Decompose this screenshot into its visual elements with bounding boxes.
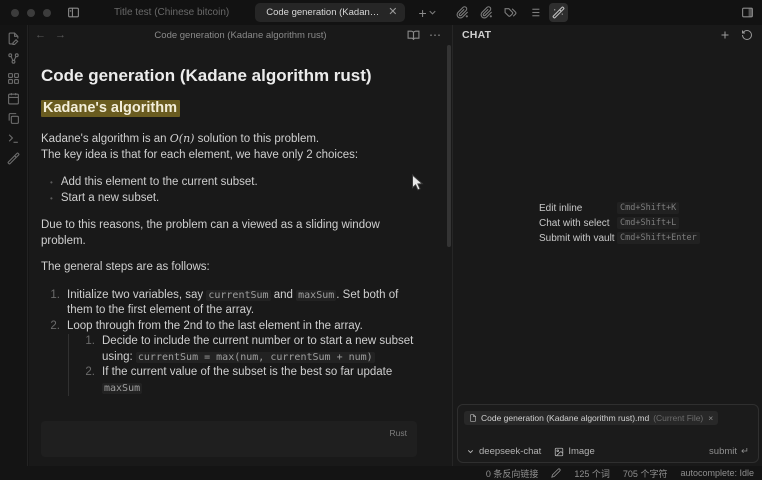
paragraph: The general steps are as follows: bbox=[41, 260, 420, 276]
section-heading: Kadane's algorithm bbox=[41, 99, 420, 118]
templates-copy-icon[interactable] bbox=[7, 112, 20, 125]
backlinks-count[interactable]: 0 条反向链接 bbox=[486, 467, 539, 480]
bullet-marker: • bbox=[50, 191, 53, 207]
back-arrow-icon[interactable]: ← bbox=[35, 30, 46, 41]
image-label: Image bbox=[568, 446, 594, 457]
list-item: 1. Decide to include the current number … bbox=[69, 334, 420, 365]
wand-ribbon-icon[interactable] bbox=[7, 152, 20, 165]
char-count: 705 个字符 bbox=[623, 467, 668, 480]
document-title: Code generation (Kadane algorithm rust) bbox=[41, 66, 420, 86]
ordered-list: 1. Initialize two variables, say current… bbox=[41, 288, 420, 397]
list-item: 1. Initialize two variables, say current… bbox=[41, 288, 420, 319]
wand-icon[interactable] bbox=[549, 3, 568, 22]
chat-input-box[interactable]: Code generation (Kadane algorithm rust).… bbox=[457, 404, 759, 463]
editor-scrollbar[interactable] bbox=[447, 45, 451, 247]
enter-key-icon: ↵ bbox=[741, 446, 749, 457]
tab-list-chevron-down-icon[interactable] bbox=[427, 7, 438, 18]
editor-pane: ← → Code generation (Kadane algorithm ru… bbox=[29, 25, 452, 466]
inline-code: maxSum bbox=[296, 290, 336, 301]
code-language-label: Rust bbox=[390, 426, 407, 442]
paragraph: Due to this reasons, the problem can a v… bbox=[41, 218, 420, 249]
pencil-edit-icon[interactable] bbox=[551, 468, 561, 478]
editor-view-header: ← → Code generation (Kadane algorithm ru… bbox=[29, 25, 452, 45]
file-icon bbox=[469, 414, 477, 422]
model-name: deepseek-chat bbox=[479, 446, 541, 457]
view-toolbar bbox=[453, 0, 568, 25]
chevron-down-icon bbox=[466, 447, 475, 456]
bullet-marker: • bbox=[50, 175, 53, 191]
view-actions: ⋯ bbox=[407, 25, 442, 45]
status-bar: 0 条反向链接 125 个词 705 个字符 autocomplete: Idl… bbox=[0, 466, 762, 480]
inline-code: maxSum bbox=[102, 383, 142, 394]
left-ribbon bbox=[0, 25, 28, 466]
chip-close-icon[interactable]: × bbox=[708, 413, 713, 423]
shortcut-hints: Edit inline Cmd+Shift+K Chat with select… bbox=[539, 202, 700, 244]
titlebar: Title test (Chinese bitcoin) Code genera… bbox=[0, 0, 762, 25]
tab-bar: Title test (Chinese bitcoin) Code genera… bbox=[88, 3, 427, 22]
list-item: 2. If the current value of the subset is… bbox=[69, 365, 420, 396]
math-inline: O(n) bbox=[170, 132, 195, 145]
new-tab-button[interactable]: + bbox=[418, 5, 426, 21]
attach-link-icon[interactable] bbox=[453, 3, 472, 22]
image-icon bbox=[554, 447, 564, 457]
nav-arrows: ← → bbox=[29, 30, 66, 41]
chat-header-actions bbox=[719, 29, 753, 41]
tab-title-test[interactable]: Title test (Chinese bitcoin) bbox=[88, 7, 255, 18]
list-item: • Start a new subset. bbox=[41, 191, 420, 207]
chat-input-toolbar: deepseek-chat Image submit↵ bbox=[466, 446, 749, 457]
paragraph-line: The key idea is that for each element, w… bbox=[41, 149, 358, 161]
highlighted-text: Kadane's algorithm bbox=[41, 100, 180, 117]
terminal-icon[interactable] bbox=[7, 132, 20, 145]
new-chat-plus-icon[interactable] bbox=[719, 29, 731, 41]
autocomplete-status: autocomplete: Idle bbox=[680, 468, 754, 478]
context-file-chip[interactable]: Code generation (Kadane algorithm rust).… bbox=[464, 411, 718, 425]
list-item: 2. Loop through from the 2nd to the last… bbox=[41, 319, 420, 335]
code-block[interactable]: Rust bbox=[41, 421, 417, 457]
shortcut-label: Submit with vault bbox=[539, 233, 611, 244]
chat-history-icon[interactable] bbox=[741, 29, 753, 41]
canvas-grid-icon[interactable] bbox=[7, 72, 20, 85]
model-selector[interactable]: deepseek-chat bbox=[466, 446, 541, 457]
shortcut-label: Edit inline bbox=[539, 203, 611, 214]
window-minimize-button[interactable] bbox=[27, 9, 35, 17]
chat-panel: CHAT Edit inline Cmd+Shift+K Chat with s… bbox=[452, 25, 762, 466]
nested-ordered-list: 1. Decide to include the current number … bbox=[68, 334, 420, 396]
tab-code-generation[interactable]: Code generation (Kadan… ✕ bbox=[255, 3, 405, 22]
more-options-icon[interactable]: ⋯ bbox=[429, 28, 442, 42]
shortcut-keys: Cmd+Shift+Enter bbox=[617, 232, 700, 244]
breadcrumb[interactable]: Code generation (Kadane algorithm rust) bbox=[29, 30, 452, 41]
word-count: 125 个词 bbox=[574, 467, 610, 480]
tab-close-icon[interactable]: ✕ bbox=[388, 7, 397, 18]
reading-mode-book-icon[interactable] bbox=[407, 29, 420, 42]
image-attach-button[interactable]: Image bbox=[554, 446, 594, 457]
list-item: • Add this element to the current subset… bbox=[41, 175, 420, 191]
inline-code: currentSum bbox=[206, 290, 270, 301]
list-icon[interactable] bbox=[525, 3, 544, 22]
window-close-button[interactable] bbox=[11, 9, 19, 17]
graph-view-icon[interactable] bbox=[7, 52, 20, 65]
chat-title: CHAT bbox=[462, 29, 491, 41]
chat-header: CHAT bbox=[453, 25, 762, 45]
calendar-icon[interactable] bbox=[7, 92, 20, 105]
submit-button[interactable]: submit↵ bbox=[709, 446, 749, 457]
left-sidebar-toggle-icon[interactable] bbox=[67, 6, 80, 19]
attach-file-plus-icon[interactable] bbox=[477, 3, 496, 22]
forward-arrow-icon[interactable]: → bbox=[55, 30, 66, 41]
chip-current-file-tag: (Current File) bbox=[653, 413, 703, 423]
new-note-icon[interactable] bbox=[7, 32, 20, 45]
tags-icon[interactable] bbox=[501, 3, 520, 22]
tab-label: Code generation (Kadan… bbox=[266, 7, 379, 18]
shortcut-keys: Cmd+Shift+L bbox=[617, 217, 679, 229]
window-zoom-button[interactable] bbox=[43, 9, 51, 17]
inline-code: currentSum = max(num, currentSum + num) bbox=[136, 352, 375, 363]
markdown-editor[interactable]: Code generation (Kadane algorithm rust) … bbox=[29, 45, 446, 466]
shortcut-keys: Cmd+Shift+K bbox=[617, 202, 679, 214]
chip-filename: Code generation (Kadane algorithm rust).… bbox=[481, 413, 649, 423]
paragraph: Kadane's algorithm is an O(n) solution t… bbox=[41, 131, 420, 163]
shortcut-label: Chat with select bbox=[539, 218, 611, 229]
right-sidebar-toggle-icon[interactable] bbox=[741, 6, 754, 19]
window-controls bbox=[0, 9, 51, 17]
bullet-list: • Add this element to the current subset… bbox=[41, 175, 420, 206]
